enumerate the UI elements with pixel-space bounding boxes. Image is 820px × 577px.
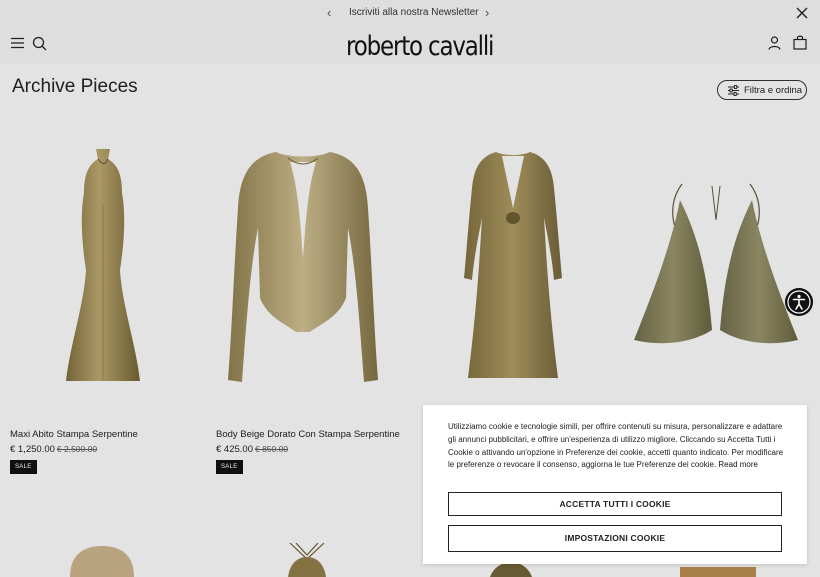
cookie-settings-button[interactable]: IMPOSTAZIONI COOKIE (448, 525, 782, 552)
cookie-message: Utilizziamo cookie e tecnologie simili, … (448, 421, 788, 472)
accept-all-cookies-button[interactable]: ACCETTA TUTTI I COOKIE (448, 492, 782, 516)
accessibility-icon[interactable] (785, 288, 813, 316)
cookie-consent-dialog: Utilizziamo cookie e tecnologie simili, … (423, 405, 807, 564)
read-more-link[interactable]: Read more (718, 460, 758, 469)
page: ‹ Iscriviti alla nostra Newsletter › rob… (0, 0, 820, 577)
